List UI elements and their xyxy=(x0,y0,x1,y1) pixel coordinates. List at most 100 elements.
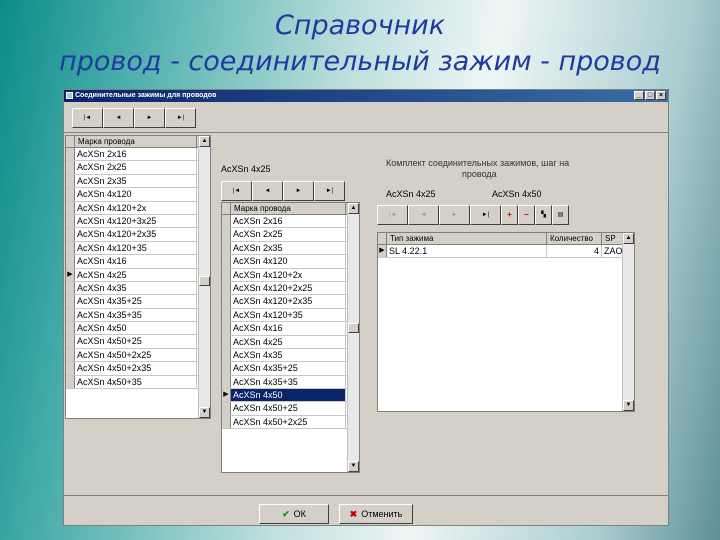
table-row[interactable]: АсХSn 4х50+25 xyxy=(222,402,359,416)
table-row[interactable]: ▶ АсХSn 4х50 xyxy=(222,389,359,403)
mid-nav-last-button[interactable]: ►| xyxy=(314,181,345,201)
table-row[interactable]: АсХSn 4х16 xyxy=(66,255,210,269)
table-row[interactable]: ▶ АсХSn 4х25 xyxy=(66,268,210,282)
copy-record-icon[interactable]: ▤ xyxy=(552,205,569,225)
left-wire-grid[interactable]: Марка провода АсХSn 2х16 АсХSn 2х25 АсХSn … xyxy=(65,135,211,419)
scroll-thumb[interactable] xyxy=(199,276,210,286)
table-row[interactable]: АсХSn 4х50+25 xyxy=(66,335,210,349)
table-row[interactable]: АсХSn 4х120+35 xyxy=(66,241,210,256)
right-nav-last-button[interactable]: ►| xyxy=(470,205,501,225)
wire-grade-cell[interactable]: АсХSn 4х120+2х35 xyxy=(231,295,346,308)
wire-grade-cell[interactable]: АсХSn 4х50 xyxy=(75,322,197,335)
clamp-type-cell[interactable]: SL 4.22.1 xyxy=(387,245,547,258)
ok-button[interactable]: ✔ ОК xyxy=(259,504,329,524)
wire-grade-cell[interactable]: АсХSn 2х25 xyxy=(231,228,346,241)
wire-grade-cell[interactable]: АсХSn 4х120+3х25 xyxy=(75,214,197,228)
left-nav-prev-button[interactable]: ◄ xyxy=(103,108,134,128)
left-grid-header[interactable]: Марка провода xyxy=(75,136,197,147)
table-row[interactable]: АсХSn 4х120+2х xyxy=(66,201,210,215)
edit-record-icon[interactable]: ▚ xyxy=(535,205,552,225)
clamp-grid[interactable]: Тип зажима Количество SP ▶ SL 4.22.1 4 Z… xyxy=(377,232,635,412)
table-row[interactable]: АсХSn 4х50+2х25 xyxy=(222,415,359,430)
scroll-up-icon[interactable]: ▲ xyxy=(348,203,359,214)
wire-grade-cell[interactable]: АсХSn 4х35+35 xyxy=(231,375,346,389)
table-row[interactable]: АсХSn 4х50+2х35 xyxy=(66,362,210,376)
left-nav-last-button[interactable]: ►| xyxy=(165,108,196,128)
middle-grid-header[interactable]: Марка провода xyxy=(231,203,346,214)
table-row[interactable]: АсХSn 4х35+35 xyxy=(66,308,210,323)
wire-grade-cell[interactable]: АсХSn 4х120+2х xyxy=(75,201,197,214)
wire-grade-cell[interactable]: АсХSn 4х50+2х25 xyxy=(231,415,346,429)
minimize-button[interactable]: _ xyxy=(634,91,644,100)
wire-grade-cell[interactable]: АсХSn 4х35+25 xyxy=(231,362,346,375)
clamp-qty-cell[interactable]: 4 xyxy=(547,245,602,258)
table-row[interactable]: АсХSn 4х35+35 xyxy=(222,375,359,390)
wire-grade-cell[interactable]: АсХSn 4х50 xyxy=(231,389,346,402)
table-row[interactable]: АсХSn 4х50 xyxy=(66,322,210,336)
table-row[interactable]: АсХSn 2х16 xyxy=(222,215,359,229)
wire-grade-cell[interactable]: АсХSn 4х50+2х25 xyxy=(75,348,197,362)
table-row[interactable]: АсХSn 2х35 xyxy=(222,241,359,256)
wire-grade-cell[interactable]: АсХSn 4х25 xyxy=(75,268,197,281)
maximize-button[interactable]: □ xyxy=(645,91,655,100)
right-nav-next-button[interactable]: ► xyxy=(439,205,470,225)
table-row[interactable]: АсХSn 4х120+2х xyxy=(222,268,359,282)
table-row[interactable]: АсХSn 4х120 xyxy=(222,255,359,269)
table-row[interactable]: АсХSn 4х35+25 xyxy=(222,362,359,376)
wire-grade-cell[interactable]: АсХSn 4х35 xyxy=(231,348,346,362)
wire-grade-cell[interactable]: АсХSn 4х120 xyxy=(75,188,197,201)
wire-grade-cell[interactable]: АсХSn 4х35+35 xyxy=(75,308,197,322)
scroll-down-icon[interactable]: ▼ xyxy=(623,400,634,411)
clamp-header-sp[interactable]: SP xyxy=(602,233,624,244)
middle-wire-grid[interactable]: Марка провода АсХSn 2х16 АсХSn 2х25 АсХSn … xyxy=(221,202,360,473)
wire-grade-cell[interactable]: АсХSn 2х16 xyxy=(231,215,346,228)
table-row[interactable]: АсХSn 4х25 xyxy=(222,335,359,349)
table-row[interactable]: АсХSn 4х120+2х35 xyxy=(222,295,359,309)
cancel-button[interactable]: ✖ Отменить xyxy=(339,504,413,524)
table-row[interactable]: АсХSn 2х35 xyxy=(66,174,210,189)
wire-grade-cell[interactable]: АсХSn 2х35 xyxy=(75,174,197,188)
wire-grade-cell[interactable]: АсХSn 4х120+2х25 xyxy=(231,281,346,295)
scroll-down-icon[interactable]: ▼ xyxy=(348,461,359,472)
wire-grade-cell[interactable]: АсХSn 4х120+35 xyxy=(231,308,346,322)
add-record-icon[interactable]: + xyxy=(501,205,518,225)
clamp-header-type[interactable]: Тип зажима xyxy=(387,233,547,244)
table-row[interactable]: АсХSn 2х25 xyxy=(66,161,210,175)
mid-nav-first-button[interactable]: |◄ xyxy=(221,181,252,201)
wire-grade-cell[interactable]: АсХSn 2х25 xyxy=(75,161,197,174)
wire-grade-cell[interactable]: АсХSn 4х50+25 xyxy=(75,335,197,348)
clamp-sp-cell[interactable]: ZAO xyxy=(602,245,624,258)
wire-grade-cell[interactable]: АсХSn 4х16 xyxy=(75,255,197,268)
wire-grade-cell[interactable]: АсХSn 4х50+25 xyxy=(231,402,346,415)
table-row[interactable]: АсХSn 4х35 xyxy=(222,348,359,363)
table-row[interactable]: АсХSn 4х120+3х25 xyxy=(66,214,210,229)
table-row[interactable]: ▶ SL 4.22.1 4 ZAO xyxy=(378,245,634,259)
right-nav-prev-button[interactable]: ◄ xyxy=(408,205,439,225)
table-row[interactable]: АсХSn 4х120+35 xyxy=(222,308,359,323)
clamp-grid-scrollbar[interactable]: ▲ ▼ xyxy=(622,233,634,411)
wire-grade-cell[interactable]: АсХSn 4х120+35 xyxy=(75,241,197,255)
close-button[interactable]: × xyxy=(656,91,666,100)
wire-grade-cell[interactable]: АсХSn 4х120 xyxy=(231,255,346,268)
table-row[interactable]: АсХSn 4х120 xyxy=(66,188,210,202)
wire-grade-cell[interactable]: АсХSn 4х35+25 xyxy=(75,295,197,308)
wire-grade-cell[interactable]: АсХSn 4х120+2х xyxy=(231,268,346,281)
wire-grade-cell[interactable]: АсХSn 4х25 xyxy=(231,335,346,348)
wire-grade-cell[interactable]: АсХSn 4х120+2х35 xyxy=(75,228,197,241)
left-nav-first-button[interactable]: |◄ xyxy=(72,108,103,128)
table-row[interactable]: АсХSn 4х50+35 xyxy=(66,375,210,390)
wire-grade-cell[interactable]: АсХSn 4х16 xyxy=(231,322,346,335)
table-row[interactable]: АсХSn 4х120+2х35 xyxy=(66,228,210,242)
scroll-thumb[interactable] xyxy=(348,323,359,333)
scroll-up-icon[interactable]: ▲ xyxy=(199,136,210,147)
table-row[interactable]: АсХSn 4х120+2х25 xyxy=(222,281,359,296)
scroll-up-icon[interactable]: ▲ xyxy=(623,233,634,244)
right-nav-first-button[interactable]: |◄ xyxy=(377,205,408,225)
left-grid-scrollbar[interactable]: ▲ ▼ xyxy=(198,136,210,418)
table-row[interactable]: АсХSn 4х50+2х25 xyxy=(66,348,210,363)
wire-grade-cell[interactable]: АсХSn 2х16 xyxy=(75,148,197,161)
clamp-header-qty[interactable]: Количество xyxy=(547,233,602,244)
table-row[interactable]: АсХSn 4х35+25 xyxy=(66,295,210,309)
wire-grade-cell[interactable]: АсХSn 4х35 xyxy=(75,281,197,295)
wire-grade-cell[interactable]: АсХSn 4х50+35 xyxy=(75,375,197,389)
